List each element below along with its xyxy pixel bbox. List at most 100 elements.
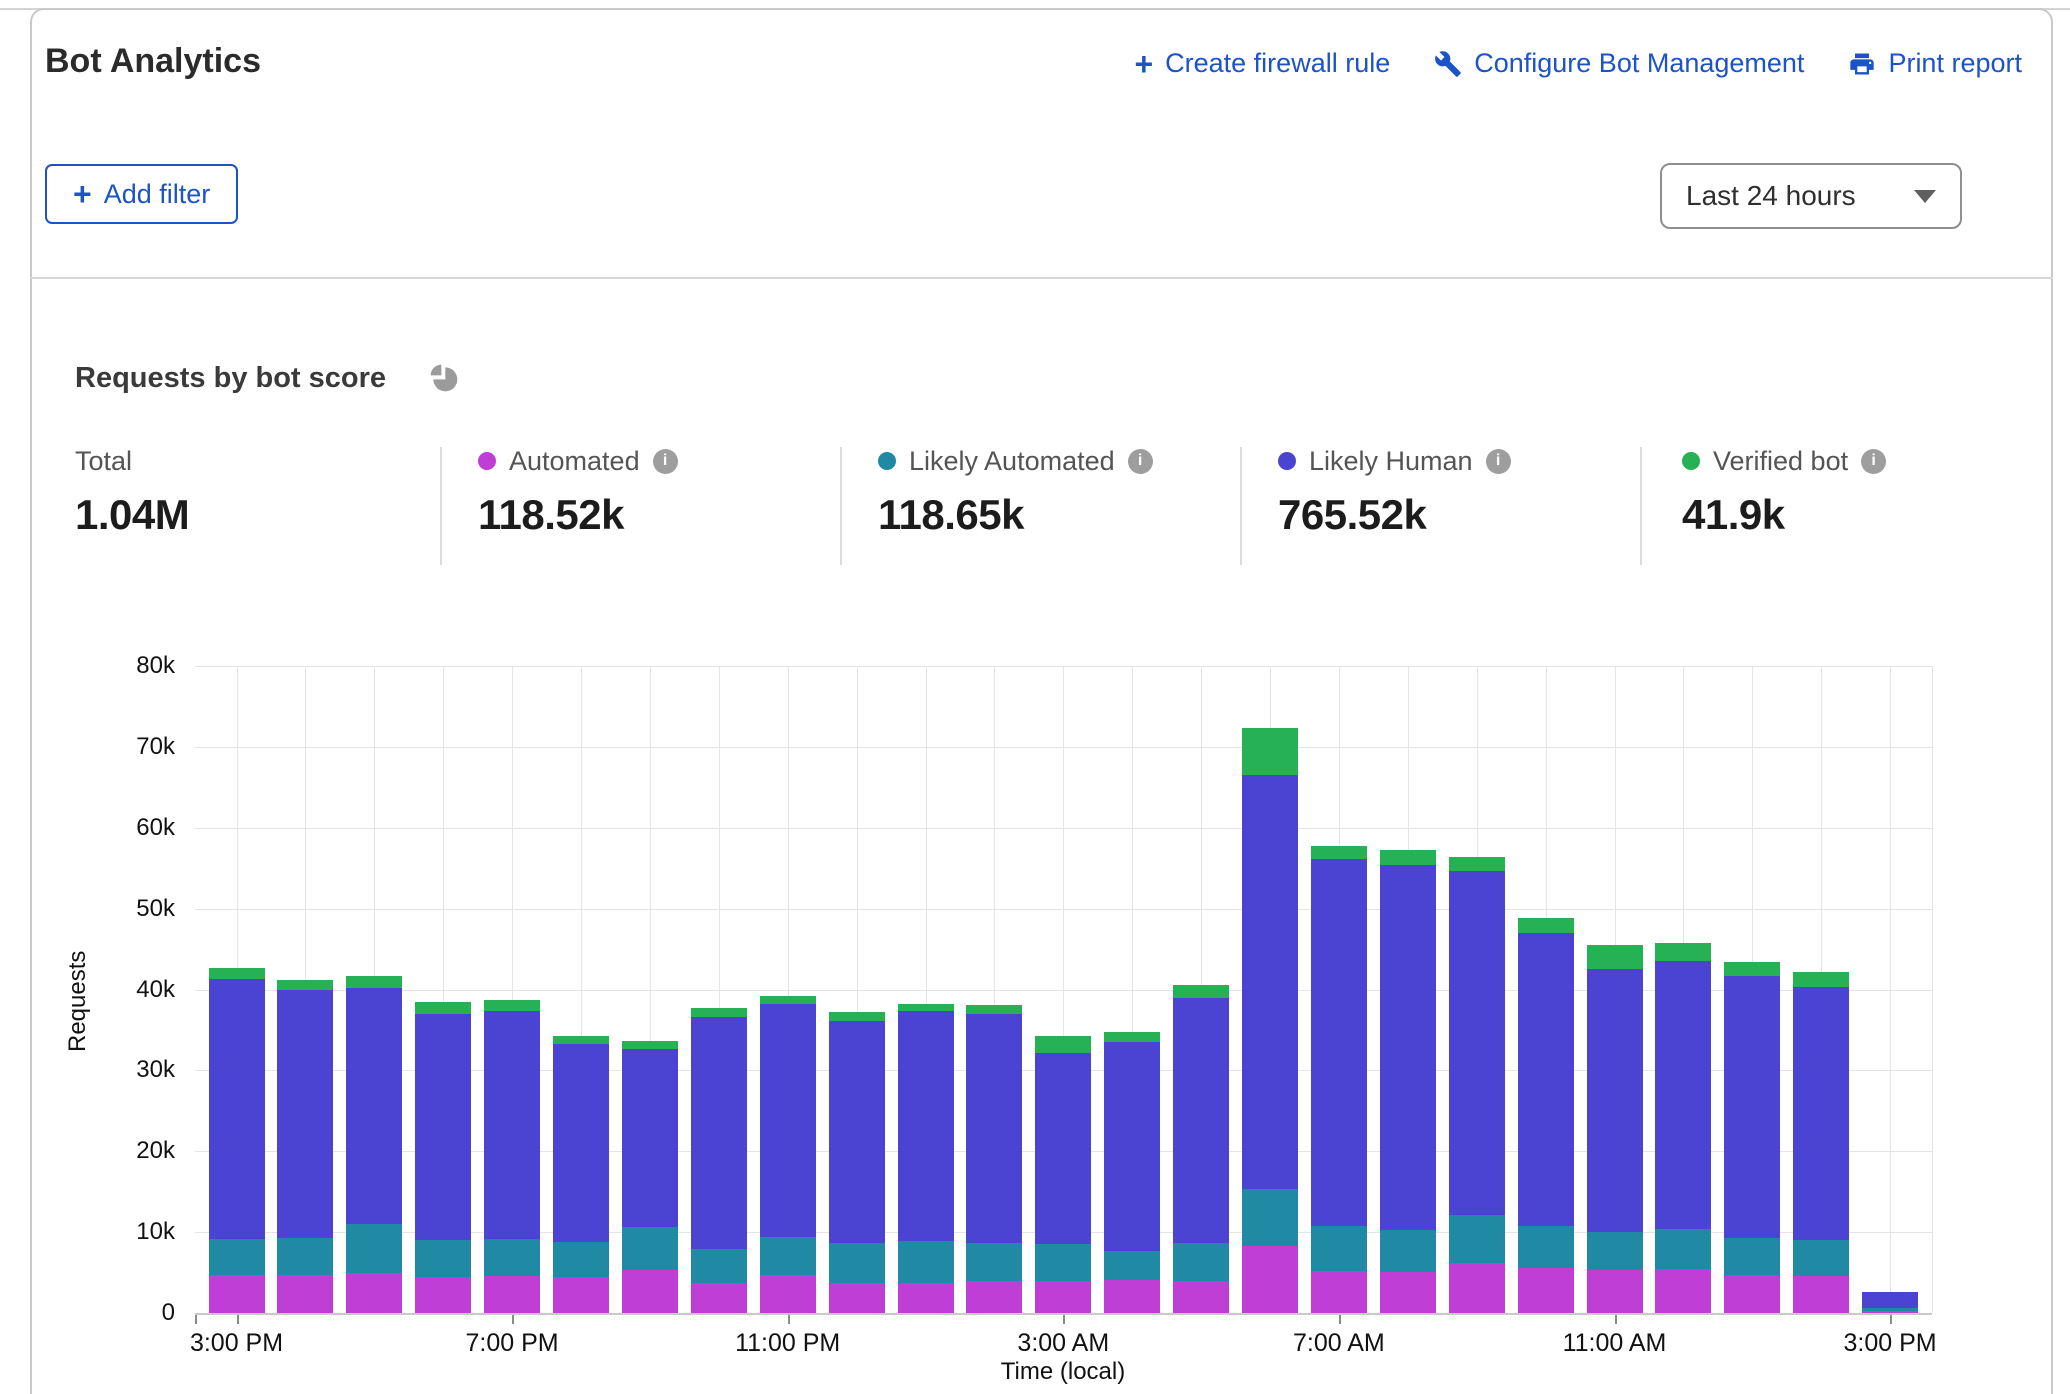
bar-segment-verified-bot xyxy=(1242,728,1298,775)
bar-1200pm-21[interactable] xyxy=(1655,666,1711,1313)
bar-segment-automated xyxy=(484,1276,540,1313)
add-filter-button[interactable]: + Add filter xyxy=(45,164,238,224)
bar-300pm-24[interactable] xyxy=(1862,666,1918,1313)
bar-segment-automated xyxy=(415,1277,471,1313)
bar-segment-likely-automated xyxy=(553,1242,609,1278)
bar-700pm-4[interactable] xyxy=(484,666,540,1313)
bar-400pm-1[interactable] xyxy=(277,666,333,1313)
bar-segment-likely-human xyxy=(1793,987,1849,1240)
y-tick-label: 20k xyxy=(55,1137,175,1165)
bar-segment-likely-automated xyxy=(209,1239,265,1275)
bar-segment-likely-automated xyxy=(1380,1230,1436,1272)
bar-1100pm-8[interactable] xyxy=(760,666,816,1313)
bar-segment-verified-bot xyxy=(1104,1032,1160,1043)
x-tick-label: 7:00 AM xyxy=(1249,1329,1429,1358)
bar-segment-likely-automated xyxy=(1862,1308,1918,1310)
bar-segment-likely-human xyxy=(829,1021,885,1243)
bar-segment-automated xyxy=(1724,1275,1780,1313)
bar-1200am-9[interactable] xyxy=(829,666,885,1313)
bar-segment-automated xyxy=(1104,1280,1160,1313)
bar-900am-18[interactable] xyxy=(1449,666,1505,1313)
pie-chart-icon xyxy=(428,362,460,394)
bar-100am-10[interactable] xyxy=(898,666,954,1313)
verified-bot-legend-dot xyxy=(1682,452,1700,470)
print-report-link[interactable]: Print report xyxy=(1848,48,2022,79)
info-icon[interactable]: i xyxy=(1128,449,1153,474)
bar-segment-verified-bot xyxy=(277,980,333,991)
bar-segment-verified-bot xyxy=(415,1002,471,1013)
bar-100pm-22[interactable] xyxy=(1724,666,1780,1313)
info-icon[interactable]: i xyxy=(1486,449,1511,474)
bar-800am-17[interactable] xyxy=(1380,666,1436,1313)
bar-segment-likely-human xyxy=(1104,1042,1160,1251)
bar-segment-automated xyxy=(966,1281,1022,1313)
bar-200am-11[interactable] xyxy=(966,666,1022,1313)
x-tick xyxy=(237,1315,239,1324)
bar-600pm-3[interactable] xyxy=(415,666,471,1313)
bar-segment-likely-human xyxy=(277,990,333,1237)
x-tick-label: 7:00 PM xyxy=(422,1329,602,1358)
bar-1000pm-7[interactable] xyxy=(691,666,747,1313)
bar-1100am-20[interactable] xyxy=(1587,666,1643,1313)
x-tick-label: 3:00 AM xyxy=(973,1329,1153,1358)
bar-800pm-5[interactable] xyxy=(553,666,609,1313)
stat-divider xyxy=(1640,447,1642,565)
info-icon[interactable]: i xyxy=(1861,449,1886,474)
bar-segment-likely-automated xyxy=(966,1243,1022,1281)
bar-segment-likely-human xyxy=(691,1017,747,1249)
bar-segment-automated xyxy=(622,1270,678,1313)
bar-segment-verified-bot xyxy=(346,976,402,988)
configure-bot-management-link[interactable]: Configure Bot Management xyxy=(1434,48,1804,79)
stat-likely-human-value: 765.52k xyxy=(1278,491,1511,539)
stat-verified-bot: Verified bot i 41.9k xyxy=(1682,445,1886,539)
bar-segment-likely-human xyxy=(346,988,402,1224)
bar-segment-automated xyxy=(1793,1276,1849,1313)
bar-segment-likely-human xyxy=(1035,1053,1091,1245)
stat-total-value: 1.04M xyxy=(75,491,189,539)
likely-automated-legend-dot xyxy=(878,452,896,470)
bar-segment-verified-bot xyxy=(1380,850,1436,865)
bar-900pm-6[interactable] xyxy=(622,666,678,1313)
bar-segment-verified-bot xyxy=(1311,846,1367,860)
bar-segment-likely-human xyxy=(1173,998,1229,1243)
bar-segment-automated xyxy=(829,1283,885,1313)
bar-1000am-19[interactable] xyxy=(1518,666,1574,1313)
bar-segment-likely-human xyxy=(1518,933,1574,1227)
x-tick-label: 11:00 PM xyxy=(698,1329,878,1358)
bar-segment-likely-automated xyxy=(1173,1243,1229,1281)
bar-segment-likely-human xyxy=(1655,961,1711,1229)
stat-total-label: Total xyxy=(75,446,132,477)
bar-segment-likely-automated xyxy=(898,1241,954,1283)
create-firewall-rule-link[interactable]: + Create firewall rule xyxy=(1134,48,1390,79)
bar-segment-likely-human xyxy=(484,1011,540,1239)
info-icon[interactable]: i xyxy=(653,449,678,474)
stat-automated: Automated i 118.52k xyxy=(478,445,678,539)
bar-300am-12[interactable] xyxy=(1035,666,1091,1313)
bar-500pm-2[interactable] xyxy=(346,666,402,1313)
page-title: Bot Analytics xyxy=(45,42,261,81)
bar-segment-likely-automated xyxy=(1449,1215,1505,1263)
bar-segment-likely-automated xyxy=(622,1227,678,1270)
header-divider xyxy=(30,277,2053,279)
bar-segment-likely-human xyxy=(622,1049,678,1228)
bar-700am-16[interactable] xyxy=(1311,666,1367,1313)
bar-segment-likely-human xyxy=(553,1044,609,1242)
bar-300pm-0[interactable] xyxy=(209,666,265,1313)
bar-segment-likely-automated xyxy=(1242,1189,1298,1246)
bar-600am-15[interactable] xyxy=(1242,666,1298,1313)
bar-segment-automated xyxy=(209,1275,265,1313)
x-tick-label: 3:00 PM xyxy=(1800,1329,1980,1358)
bar-200pm-23[interactable] xyxy=(1793,666,1849,1313)
bar-500am-14[interactable] xyxy=(1173,666,1229,1313)
bar-400am-13[interactable] xyxy=(1104,666,1160,1313)
section-title: Requests by bot score xyxy=(75,362,386,395)
bar-segment-verified-bot xyxy=(1724,962,1780,976)
bar-segment-likely-human xyxy=(1587,969,1643,1232)
y-tick-label: 60k xyxy=(55,814,175,842)
wrench-icon xyxy=(1434,50,1462,78)
bar-segment-verified-bot xyxy=(1173,985,1229,998)
stat-automated-label: Automated xyxy=(509,446,640,477)
time-range-select[interactable]: Last 24 hours xyxy=(1660,163,1962,229)
bar-segment-verified-bot xyxy=(1449,857,1505,872)
x-axis-title: Time (local) xyxy=(963,1358,1163,1386)
